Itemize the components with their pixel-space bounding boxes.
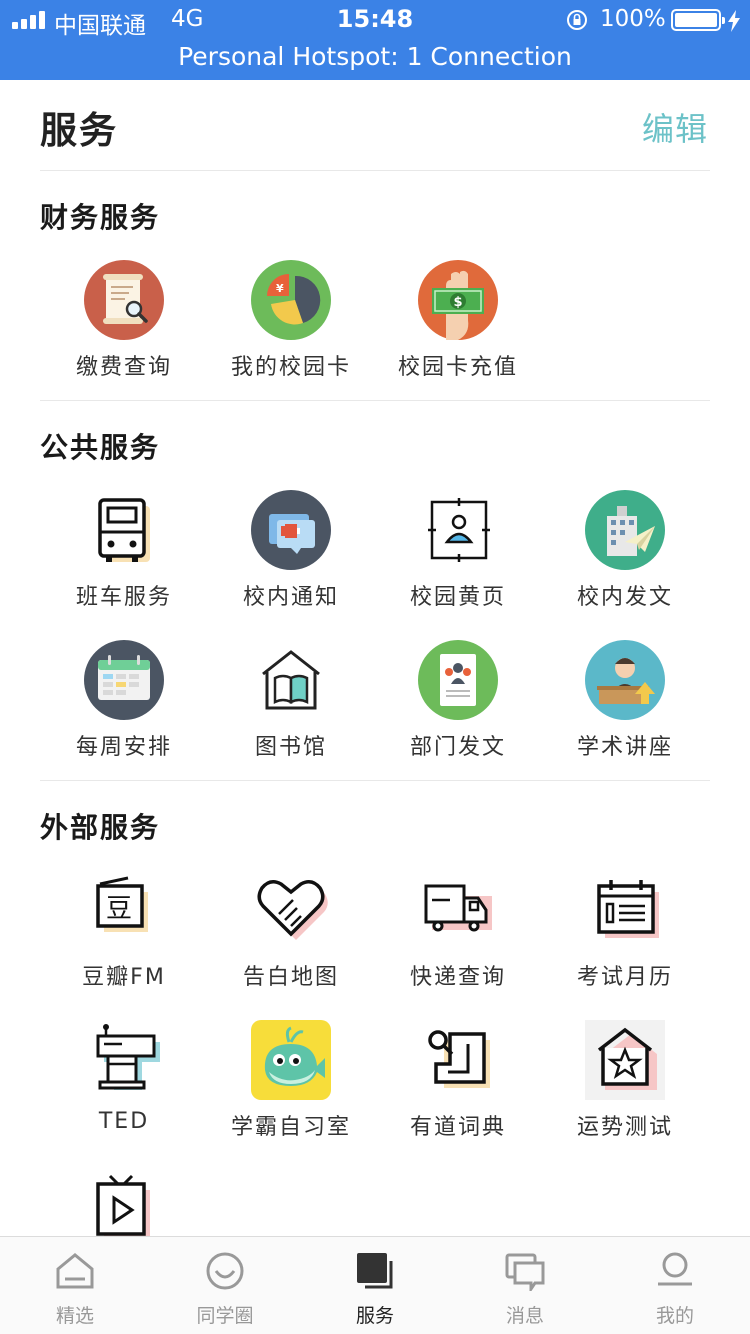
svg-text:$: $ [454,295,463,310]
service-label: 学霸自习室 [230,1115,351,1140]
service-label: 校内发文 [576,585,673,610]
service-tile-department-documents[interactable]: 部门发文 [374,640,542,770]
edit-button[interactable]: 编辑 [642,104,708,150]
service-label: 班车服务 [75,585,172,610]
tab-label: 精选 [55,1305,94,1327]
battery-percent: 100% [600,6,666,32]
page-title: 服务 [40,109,118,152]
service-tile-campus-documents[interactable]: 校内发文 [541,490,709,620]
douban-radio-icon: 豆 [96,876,148,932]
service-label: 我的校园卡 [230,355,351,380]
service-tile-douban-fm[interactable]: 豆 豆瓣FM [40,870,208,1000]
service-label: 运势测试 [576,1115,673,1140]
service-label: 缴费查询 [75,355,172,380]
service-label: 考试月历 [576,965,673,990]
library-icon [262,650,320,710]
exam-calendar-icon [597,880,659,938]
department-doc-icon [418,640,498,720]
tab-bar: 精选 同学圈 服务 消息 我的 [0,1236,750,1334]
tab-featured[interactable]: 精选 [0,1237,150,1334]
hotspot-banner[interactable]: Personal Hotspot: 1 Connection [0,42,750,71]
service-tile-card-recharge[interactable]: $ 校园卡充值 [374,260,542,390]
home-icon [56,1253,94,1289]
tab-messages[interactable]: 消息 [450,1237,600,1334]
message-icon [505,1253,545,1291]
section-title-finance: 财务服务 [40,201,161,234]
service-tile-campus-card[interactable]: ¥ 我的校园卡 [207,260,375,390]
tab-label: 我的 [655,1305,694,1327]
service-tile-weekly-schedule[interactable]: 每周安排 [40,640,208,770]
svg-text:豆: 豆 [106,894,132,924]
tab-classmates[interactable]: 同学圈 [150,1237,300,1334]
smile-icon [206,1252,244,1290]
tab-label: 同学圈 [196,1305,254,1327]
divider [40,780,710,781]
service-label: 每周安排 [75,735,172,760]
service-tile-payment-query[interactable]: 缴费查询 [40,260,208,390]
lecture-icon [585,640,665,720]
divider [40,400,710,401]
service-label: 学术讲座 [576,735,673,760]
charging-icon [728,10,740,32]
tab-label: 消息 [505,1305,544,1327]
section-title-external: 外部服务 [40,811,161,844]
truck-icon [424,884,492,932]
tab-mine[interactable]: 我的 [600,1237,750,1334]
house-star-icon [585,1020,665,1100]
battery-icon [671,9,725,31]
service-label: 部门发文 [409,735,506,760]
contact-icon [428,498,490,562]
rotation-lock-icon [567,10,587,30]
service-label: 豆瓣FM [82,965,166,990]
service-label: 校园黄页 [409,585,506,610]
receipt-search-icon [84,260,164,340]
heart-icon [257,880,328,940]
service-tile-shuttle-bus[interactable]: 班车服务 [40,490,208,620]
building-plane-icon [585,490,665,570]
service-tile-study-room[interactable]: 学霸自习室 [207,1020,375,1150]
service-tile-library[interactable]: 图书馆 [207,640,375,770]
service-tile-campus-notice[interactable]: 校内通知 [207,490,375,620]
service-tile-academic-lecture[interactable]: 学术讲座 [541,640,709,770]
profile-icon [658,1252,692,1286]
tab-label: 服务 [355,1305,394,1327]
service-tile-confession-map[interactable]: 告白地图 [207,870,375,1000]
service-label: 告白地图 [242,965,339,990]
service-tile-youdao-dict[interactable]: 有道词典 [374,1020,542,1150]
svg-text:¥: ¥ [276,282,284,295]
whale-icon [251,1020,331,1100]
status-bar: 中国联通 4G 15:48 100% Personal Hotspot: 1 C… [0,0,750,80]
calendar-icon [84,640,164,720]
cash-hand-icon: $ [418,260,498,340]
pie-chart-icon: ¥ [251,260,331,340]
notification-icon [251,490,331,570]
service-label: 校园卡充值 [397,355,518,380]
divider [40,170,710,171]
service-label: 快递查询 [409,965,506,990]
tab-services[interactable]: 服务 [300,1237,450,1334]
service-tile-express-query[interactable]: 快递查询 [374,870,542,1000]
service-icon [357,1253,393,1289]
bus-icon [98,498,150,562]
service-tile-ted[interactable]: TED [40,1020,208,1150]
service-label: 图书馆 [254,735,327,760]
service-label: 校内通知 [242,585,339,610]
service-tile-exam-calendar[interactable]: 考试月历 [541,870,709,1000]
section-title-public: 公共服务 [40,431,161,464]
puzzle-icon [428,1030,490,1088]
podium-icon [96,1024,160,1090]
service-label: TED [98,1109,150,1134]
service-label: 有道词典 [409,1115,506,1140]
service-tile-yellow-pages[interactable]: 校园黄页 [374,490,542,620]
service-tile-fortune-test[interactable]: 运势测试 [541,1020,709,1150]
